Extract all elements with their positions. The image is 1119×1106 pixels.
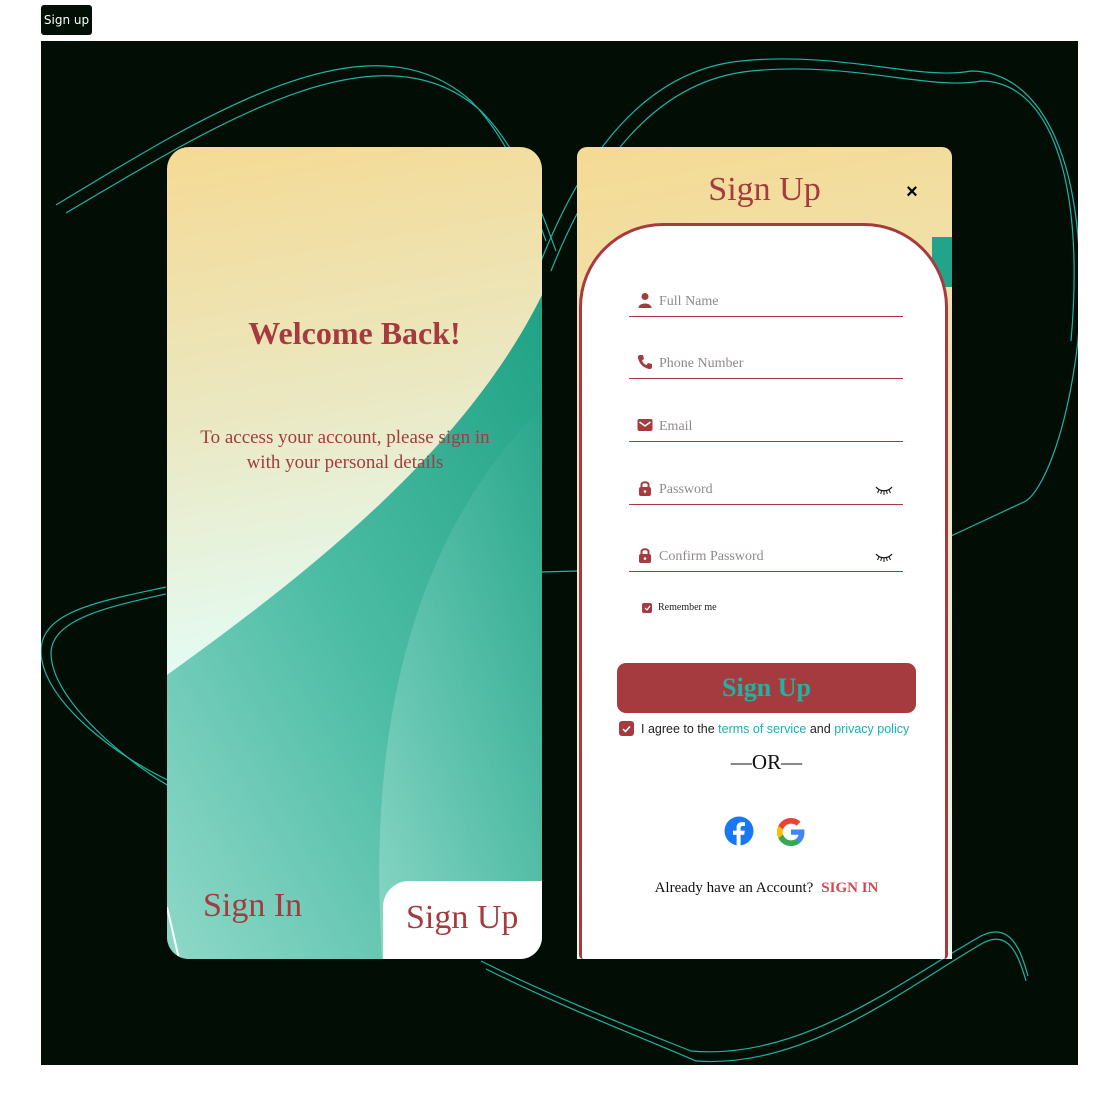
signin-link[interactable]: SIGN IN bbox=[821, 880, 878, 896]
lock-icon bbox=[639, 548, 651, 563]
password-field bbox=[629, 476, 903, 505]
remember-me[interactable]: Remember me bbox=[642, 602, 717, 613]
signup-submit-button[interactable]: Sign Up bbox=[617, 663, 916, 713]
phone-input[interactable] bbox=[657, 352, 881, 376]
confirm-password-field bbox=[629, 543, 903, 572]
signup-card: Sign Up × Full Name Phone Number Email R… bbox=[577, 147, 952, 959]
signup-tab[interactable]: Sign Up bbox=[383, 881, 542, 959]
welcome-panel: Welcome Back! To access your account, pl… bbox=[167, 147, 542, 959]
already-account: Already have an Account? SIGN IN bbox=[582, 880, 951, 897]
phone-field bbox=[629, 350, 903, 379]
eye-closed-icon[interactable] bbox=[875, 484, 893, 496]
page-badge: Sign up bbox=[41, 5, 92, 35]
signup-title: Sign Up bbox=[708, 171, 821, 208]
terms-link[interactable]: terms of service bbox=[718, 722, 806, 736]
lock-icon bbox=[639, 481, 651, 496]
agree-checkbox[interactable] bbox=[619, 721, 634, 736]
check-icon bbox=[644, 605, 650, 611]
already-text: Already have an Account? bbox=[654, 880, 814, 896]
password-input[interactable] bbox=[657, 478, 881, 502]
agree-and: and bbox=[809, 721, 831, 736]
email-input[interactable] bbox=[657, 415, 881, 439]
wave-shapes bbox=[167, 295, 542, 959]
google-icon[interactable] bbox=[776, 817, 806, 847]
close-button[interactable]: × bbox=[901, 181, 923, 203]
welcome-subtitle: To access your account, please sign in w… bbox=[200, 427, 490, 473]
facebook-icon[interactable] bbox=[724, 816, 754, 846]
signup-form: Remember me Sign Up I agree to the terms… bbox=[579, 223, 948, 959]
or-divider: —OR— bbox=[730, 750, 803, 774]
eye-closed-icon[interactable] bbox=[875, 551, 893, 563]
welcome-title: Welcome Back! bbox=[248, 315, 461, 351]
stage: Welcome Back! To access your account, pl… bbox=[41, 41, 1078, 1065]
confirm-password-input[interactable] bbox=[657, 545, 881, 569]
full-name-input[interactable] bbox=[657, 290, 881, 314]
signup-tab-label: Sign Up bbox=[406, 899, 519, 936]
mail-icon bbox=[637, 419, 653, 431]
remember-checkbox[interactable] bbox=[642, 602, 652, 613]
remember-label: Remember me bbox=[658, 602, 717, 613]
user-icon bbox=[638, 293, 652, 308]
signin-tab[interactable]: Sign In bbox=[203, 887, 302, 925]
full-name-field bbox=[629, 288, 903, 317]
privacy-link[interactable]: privacy policy bbox=[834, 722, 909, 736]
check-icon bbox=[622, 725, 631, 733]
email-field bbox=[629, 413, 903, 442]
agree-prefix: I agree to the bbox=[641, 721, 715, 736]
terms-agreement: I agree to the terms of service and priv… bbox=[619, 721, 909, 736]
phone-icon bbox=[637, 355, 652, 370]
